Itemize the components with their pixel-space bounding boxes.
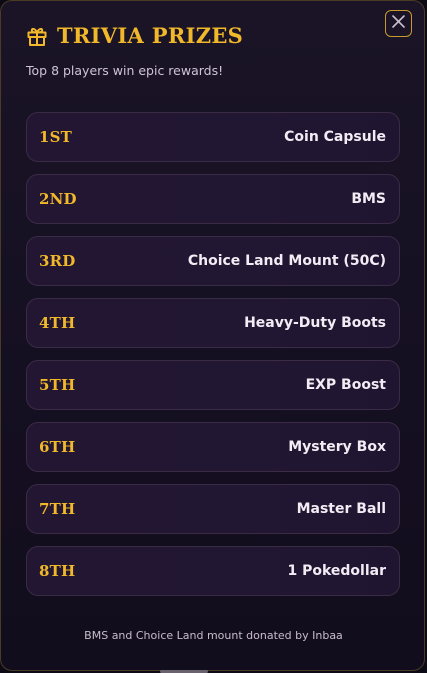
- close-button[interactable]: [385, 10, 412, 37]
- gift-icon: [26, 25, 48, 47]
- prize-rank: 2ND: [39, 190, 77, 208]
- close-icon: [391, 14, 406, 33]
- donation-note: BMS and Choice Land mount donated by Inb…: [84, 629, 343, 642]
- prize-reward: Heavy-Duty Boots: [244, 315, 386, 331]
- prize-row-8: 8TH 1 Pokedollar: [26, 546, 400, 596]
- prize-row-5: 5TH EXP Boost: [26, 360, 400, 410]
- prize-rank: 1ST: [39, 128, 73, 146]
- prize-reward: Master Ball: [296, 501, 386, 517]
- modal-subtitle: Top 8 players win epic rewards!: [26, 63, 224, 78]
- prize-reward: Coin Capsule: [284, 129, 386, 145]
- prize-reward: BMS: [351, 191, 386, 207]
- prize-reward: Mystery Box: [288, 439, 386, 455]
- prize-row-4: 4TH Heavy-Duty Boots: [26, 298, 400, 348]
- prize-row-7: 7TH Master Ball: [26, 484, 400, 534]
- prize-list: 1ST Coin Capsule 2ND BMS 3RD Choice Land…: [26, 112, 400, 608]
- prize-reward: EXP Boost: [305, 377, 386, 393]
- prize-rank: 8TH: [39, 562, 76, 580]
- prize-row-3: 3RD Choice Land Mount (50C): [26, 236, 400, 286]
- modal-title: TRIVIA PRIZES: [57, 23, 244, 48]
- prize-row-6: 6TH Mystery Box: [26, 422, 400, 472]
- prize-rank: 3RD: [39, 252, 76, 270]
- prize-reward: Choice Land Mount (50C): [187, 253, 386, 269]
- prize-row-2: 2ND BMS: [26, 174, 400, 224]
- modal-header: TRIVIA PRIZES: [26, 23, 243, 48]
- trivia-prizes-modal: TRIVIA PRIZES Top 8 players win epic rew…: [0, 0, 425, 671]
- prize-rank: 5TH: [39, 376, 76, 394]
- prize-reward: 1 Pokedollar: [287, 563, 386, 579]
- prize-row-1: 1ST Coin Capsule: [26, 112, 400, 162]
- prize-rank: 4TH: [39, 314, 76, 332]
- prize-rank: 7TH: [39, 500, 76, 518]
- prize-rank: 6TH: [39, 438, 76, 456]
